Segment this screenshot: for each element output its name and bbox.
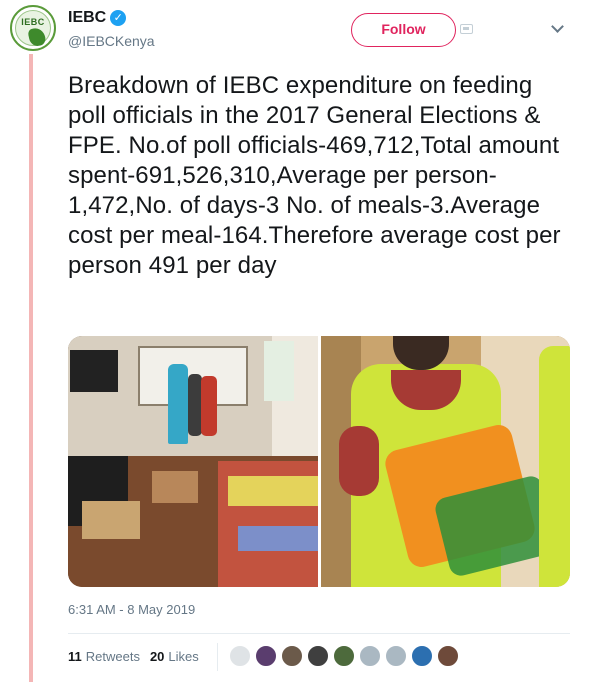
liker-avatar-icon[interactable]	[411, 645, 433, 667]
engagement-stats: 11 Retweets 20 Likes	[68, 649, 209, 664]
liker-avatar-icon[interactable]	[359, 645, 381, 667]
chevron-down-icon[interactable]	[551, 20, 564, 33]
retweets-count: 11	[68, 649, 82, 664]
divider	[68, 633, 570, 634]
iebc-logo-icon: IEBC	[15, 10, 51, 48]
display-name[interactable]: IEBC	[68, 9, 106, 27]
likes-stat[interactable]: 20 Likes	[150, 649, 199, 664]
follow-button[interactable]: Follow	[351, 13, 456, 47]
liker-avatar-icon[interactable]	[255, 645, 277, 667]
avatar-logo-text: IEBC	[21, 17, 45, 27]
photo-television	[70, 350, 118, 392]
likes-label: Likes	[168, 649, 199, 664]
retweets-label: Retweets	[85, 649, 140, 664]
thread-line	[29, 54, 33, 682]
profile-avatar[interactable]: IEBC	[10, 5, 56, 51]
verified-badge-icon: ✓	[110, 10, 127, 26]
photo-person	[168, 364, 188, 444]
photo-official-carrying-drinks[interactable]	[321, 336, 570, 587]
photo-second-person	[539, 346, 570, 587]
photo-arm	[339, 426, 379, 496]
retweets-stat[interactable]: 11 Retweets	[68, 649, 140, 664]
liker-avatar-icon[interactable]	[437, 645, 459, 667]
kenya-map-icon	[27, 26, 47, 48]
photo-poster	[264, 341, 294, 401]
liker-avatars	[229, 645, 463, 667]
liker-avatar-icon[interactable]	[385, 645, 407, 667]
liker-avatar-icon[interactable]	[307, 645, 329, 667]
photo-food-packs	[238, 526, 318, 551]
photo-carton-box	[152, 471, 198, 503]
tweet-embed-icon[interactable]	[460, 24, 473, 34]
photo-person	[201, 376, 217, 436]
liker-avatar-icon[interactable]	[281, 645, 303, 667]
stats-divider	[217, 643, 218, 671]
tweet-timestamp[interactable]: 6:31 AM - 8 May 2019	[68, 602, 195, 617]
tweet-media[interactable]	[68, 336, 570, 587]
account-handle[interactable]: @IEBCKenya	[68, 33, 155, 49]
photo-polling-station-supplies[interactable]	[68, 336, 318, 587]
liker-avatar-icon[interactable]	[229, 645, 251, 667]
photo-carton-box	[82, 501, 140, 539]
photo-food-packs	[228, 476, 318, 506]
account-name-row[interactable]: IEBC ✓	[68, 9, 127, 27]
likes-count: 20	[149, 649, 165, 664]
liker-avatar-icon[interactable]	[333, 645, 355, 667]
tweet-text: Breakdown of IEBC expenditure on feeding…	[68, 72, 561, 279]
photo-person	[188, 374, 202, 436]
